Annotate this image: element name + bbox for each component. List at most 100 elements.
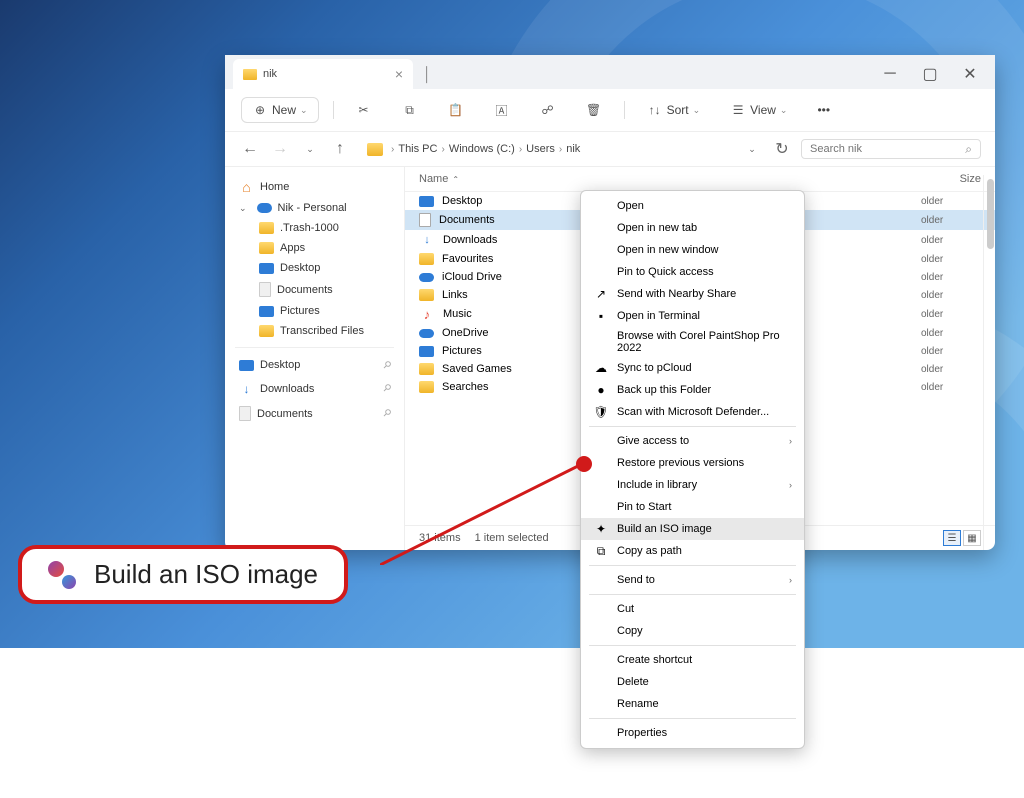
home-icon [239, 179, 254, 194]
context-menu-item[interactable]: Delete [581, 671, 804, 693]
menu-item-label: Restore previous versions [617, 457, 792, 469]
context-menu-item[interactable]: Rename [581, 693, 804, 715]
details-view-button[interactable]: ☰ [943, 530, 961, 546]
context-menu-item[interactable]: ✦Build an ISO image [581, 518, 804, 540]
breadcrumb[interactable]: › This PC› Windows (C:)› Users› nik [359, 139, 733, 160]
sidebar-item[interactable]: .Trash-1000 [225, 218, 404, 238]
item-count: 31 items [419, 532, 461, 544]
more-button[interactable]: ••• [809, 99, 838, 121]
file-icon [419, 233, 435, 247]
back-button[interactable]: ← [239, 138, 261, 160]
file-icon [419, 253, 434, 265]
folder-icon [367, 143, 383, 156]
search-box[interactable]: ⌕ [801, 139, 981, 159]
delete-button[interactable]: 🗑 [578, 98, 610, 122]
sidebar-item[interactable]: Pictures [225, 301, 404, 321]
context-menu-item[interactable]: ⧉Copy as path [581, 540, 804, 562]
context-menu-item[interactable]: ●Back up this Folder [581, 379, 804, 401]
view-button[interactable]: ☰View⌄ [722, 98, 795, 122]
sidebar-item[interactable]: Documents [225, 278, 404, 301]
sort-button[interactable]: ↑↓Sort⌄ [639, 98, 709, 122]
column-headers: Name⌃ Size [405, 167, 995, 192]
context-menu-item[interactable]: Pin to Quick access [581, 261, 804, 283]
pin-icon: ⚲ [380, 359, 393, 372]
menu-item-icon [593, 725, 609, 741]
menu-item-label: Pin to Start [617, 501, 792, 513]
context-menu-item[interactable]: Send to› [581, 569, 804, 591]
rename-button[interactable]: 🄰 [486, 98, 518, 122]
sidebar-home[interactable]: Home [225, 175, 404, 198]
share-button[interactable]: ☍ [532, 98, 564, 122]
context-menu-item[interactable]: Include in library› [581, 474, 804, 496]
cut-button[interactable]: ✂ [348, 98, 380, 122]
recent-button[interactable]: ⌄ [299, 138, 321, 160]
context-menu-item[interactable]: Properties [581, 722, 804, 744]
context-menu-item[interactable]: 🛡Scan with Microsoft Defender... [581, 401, 804, 423]
context-menu-item[interactable]: ☁Sync to pCloud [581, 357, 804, 379]
scrollbar-thumb[interactable] [987, 179, 994, 249]
nav-bar: ← → ⌄ ↑ › This PC› Windows (C:)› Users› … [225, 132, 995, 167]
column-size[interactable]: Size [901, 173, 981, 185]
column-name[interactable]: Name⌃ [419, 173, 901, 185]
sidebar-pinned[interactable]: Downloads⚲ [225, 376, 404, 401]
search-input[interactable] [810, 143, 972, 155]
paste-button[interactable]: 📋 [440, 98, 472, 122]
up-button[interactable]: ↑ [329, 138, 351, 160]
rename-icon: 🄰 [494, 102, 510, 118]
menu-item-label: Open in new window [617, 244, 792, 256]
breadcrumb-item[interactable]: nik [566, 143, 580, 155]
context-menu-item[interactable]: ↗Send with Nearby Share [581, 283, 804, 305]
scrollbar[interactable] [983, 175, 997, 550]
menu-item-icon [593, 652, 609, 668]
menu-item-label: Back up this Folder [617, 384, 792, 396]
refresh-button[interactable]: ↻ [771, 138, 793, 160]
menu-item-label: Open [617, 200, 792, 212]
view-icon: ☰ [730, 102, 746, 118]
breadcrumb-item[interactable]: This PC [398, 143, 437, 155]
download-icon [239, 381, 254, 396]
new-button[interactable]: ⊕New⌄ [241, 97, 319, 123]
minimize-button[interactable]: ─ [873, 60, 907, 88]
context-menu-item[interactable]: Browse with Corel PaintShop Pro 2022 [581, 327, 804, 357]
document-icon [239, 406, 251, 421]
context-menu-item[interactable]: Open [581, 195, 804, 217]
icons-view-button[interactable]: ▦ [963, 530, 981, 546]
context-menu-item[interactable]: Give access to› [581, 430, 804, 452]
sidebar-personal[interactable]: ⌄Nik - Personal [225, 198, 404, 218]
close-button[interactable]: ✕ [953, 60, 987, 88]
sidebar-item[interactable]: Desktop [225, 258, 404, 278]
context-menu-item[interactable]: ▪Open in Terminal [581, 305, 804, 327]
context-menu-item[interactable]: Copy [581, 620, 804, 642]
trash-icon: 🗑 [586, 102, 602, 118]
context-menu-item[interactable]: Open in new window [581, 239, 804, 261]
sidebar-pinned[interactable]: Desktop⚲ [225, 354, 404, 376]
pin-icon: ⚲ [380, 382, 393, 395]
close-tab-icon[interactable]: × [395, 66, 403, 82]
breadcrumb-item[interactable]: Windows (C:) [449, 143, 515, 155]
file-type: older [921, 364, 981, 375]
context-menu-item[interactable]: Open in new tab [581, 217, 804, 239]
callout-text: Build an ISO image [94, 559, 318, 590]
copy-button[interactable]: ⧉ [394, 98, 426, 122]
folder-icon [259, 325, 274, 337]
menu-item-icon [593, 455, 609, 471]
new-tab-button[interactable]: │ [413, 62, 442, 86]
tab-nik[interactable]: nik × [233, 59, 413, 89]
sidebar-item[interactable]: Transcribed Files [225, 321, 404, 341]
context-menu-item[interactable]: Create shortcut [581, 649, 804, 671]
menu-item-icon [593, 198, 609, 214]
sidebar-item[interactable]: Apps [225, 238, 404, 258]
context-menu-item[interactable]: Restore previous versions [581, 452, 804, 474]
file-type: older [921, 382, 981, 393]
desktop-icon [239, 360, 254, 371]
breadcrumb-item[interactable]: Users [526, 143, 555, 155]
menu-item-label: Scan with Microsoft Defender... [617, 406, 792, 418]
context-menu-item[interactable]: Pin to Start [581, 496, 804, 518]
menu-item-label: Sync to pCloud [617, 362, 792, 374]
maximize-button[interactable]: ▢ [913, 60, 947, 88]
forward-button[interactable]: → [269, 138, 291, 160]
sidebar-pinned[interactable]: Documents⚲ [225, 401, 404, 426]
context-menu-item[interactable]: Cut [581, 598, 804, 620]
share-icon: ☍ [540, 102, 556, 118]
dropdown-button[interactable]: ⌄ [741, 138, 763, 160]
